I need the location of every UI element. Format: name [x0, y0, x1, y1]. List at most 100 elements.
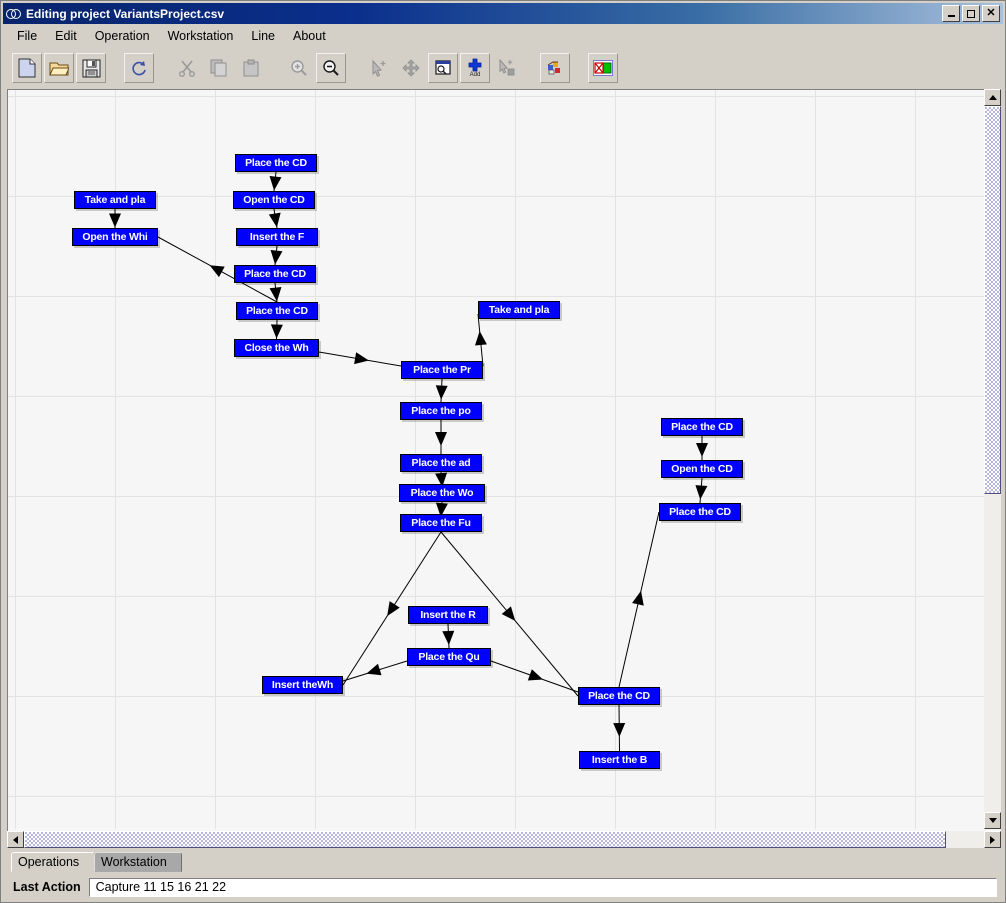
- graph-edge-arrow-icon: [613, 722, 626, 737]
- scroll-down-button[interactable]: [984, 812, 1001, 829]
- graph-node-label: Insert the B: [591, 753, 648, 766]
- graph-node[interactable]: Insert the F: [236, 228, 318, 246]
- graph-canvas-viewport[interactable]: Place the CD Take and pla Open the CD Open …: [7, 89, 1001, 845]
- graph-node-label: Insert theWh: [271, 678, 334, 691]
- graph-edge: [447, 623, 450, 649]
- graph-edge: [273, 171, 277, 192]
- horizontal-scroll-track[interactable]: [24, 831, 984, 848]
- copy-icon: [210, 59, 228, 77]
- graph-node[interactable]: Place the CD: [578, 687, 660, 705]
- add-button[interactable]: Add: [460, 53, 490, 83]
- graph-node[interactable]: Place the CD: [661, 418, 743, 436]
- graph-node[interactable]: Take and pla: [74, 191, 156, 209]
- vertical-scrollbar[interactable]: [984, 89, 1001, 829]
- scroll-right-button[interactable]: [984, 831, 1001, 848]
- save-button[interactable]: [76, 53, 106, 83]
- graph-canvas[interactable]: Place the CD Take and pla Open the CD Open …: [8, 90, 985, 829]
- menu-workstation[interactable]: Workstation: [160, 27, 242, 45]
- graph-node[interactable]: Open the CD: [233, 191, 315, 209]
- close-button[interactable]: ✕: [982, 5, 1000, 22]
- save-disk-icon: [82, 59, 101, 78]
- two-circles-icon: [6, 6, 22, 22]
- minimize-button[interactable]: [942, 5, 960, 22]
- menu-line[interactable]: Line: [243, 27, 283, 45]
- graph-node[interactable]: Place the Wo: [399, 484, 485, 502]
- vertical-scroll-thumb[interactable]: [984, 106, 1001, 494]
- horizontal-scrollbar[interactable]: [7, 831, 1001, 848]
- add-plus-icon: Add: [467, 58, 483, 78]
- select-add-button[interactable]: [364, 53, 394, 83]
- graph-node-label: Place the CD: [244, 267, 306, 280]
- graph-node[interactable]: Close the Wh: [234, 339, 319, 357]
- graph-node[interactable]: Place the CD: [235, 154, 317, 172]
- window-controls: ✕: [942, 5, 1000, 22]
- graph-edge-arrow-icon: [366, 663, 382, 676]
- cut-button[interactable]: [172, 53, 202, 83]
- last-action-field[interactable]: Capture 11 15 16 21 22: [88, 877, 997, 897]
- palette-button[interactable]: [540, 53, 570, 83]
- arrow-left-icon: [13, 835, 18, 844]
- graph-node[interactable]: Insert theWh: [262, 676, 343, 694]
- tab-operations[interactable]: Operations: [11, 852, 95, 872]
- menu-file[interactable]: File: [9, 27, 45, 45]
- move-button[interactable]: [396, 53, 426, 83]
- graph-edge-arrow-icon: [435, 432, 447, 446]
- graph-edge: [342, 660, 408, 682]
- graph-edge-arrow-icon: [209, 265, 225, 278]
- menu-edit[interactable]: Edit: [47, 27, 85, 45]
- graph-node-label: Open the CD: [243, 193, 305, 206]
- graph-edge: [440, 378, 443, 403]
- zoom-out-button[interactable]: [316, 53, 346, 83]
- graph-edge-arrow-icon: [527, 669, 543, 681]
- last-action-label: Last Action: [13, 880, 81, 894]
- graph-node[interactable]: Place the CD: [234, 265, 316, 283]
- new-file-button[interactable]: [12, 53, 42, 83]
- paste-icon: [243, 59, 259, 77]
- graph-node-label: Place the CD: [245, 156, 307, 169]
- graph-node[interactable]: Insert the B: [579, 751, 660, 769]
- graph-node[interactable]: Place the Fu: [400, 514, 482, 532]
- tab-workstation[interactable]: Workstation: [94, 852, 182, 872]
- graph-edge-arrow-icon: [475, 331, 487, 346]
- open-folder-icon: [49, 59, 69, 77]
- select-node-button[interactable]: [492, 53, 522, 83]
- tab-workstation-label: Workstation: [101, 855, 167, 869]
- grid-toggle-button[interactable]: [588, 53, 618, 83]
- graph-node[interactable]: Place the ad: [400, 454, 482, 472]
- graph-edge: [440, 471, 443, 485]
- graph-node[interactable]: Open the Whi: [72, 228, 158, 246]
- graph-node-label: Place the Qu: [418, 650, 480, 663]
- vertical-scroll-track[interactable]: [984, 106, 1001, 812]
- graph-node-label: Place the CD: [246, 304, 308, 317]
- graph-node[interactable]: Place the CD: [659, 503, 741, 521]
- properties-button[interactable]: [428, 53, 458, 83]
- refresh-button[interactable]: [124, 53, 154, 83]
- graph-node[interactable]: Open the CD: [661, 460, 743, 478]
- zoom-in-button[interactable]: [284, 53, 314, 83]
- menu-about[interactable]: About: [285, 27, 334, 45]
- scroll-left-button[interactable]: [7, 831, 24, 848]
- graph-node-label: Place the CD: [669, 505, 731, 518]
- scroll-up-button[interactable]: [984, 89, 1001, 106]
- graph-edge-arrow-icon: [270, 249, 283, 265]
- maximize-button[interactable]: [962, 5, 980, 22]
- graph-edge-arrow-icon: [268, 212, 281, 228]
- tab-operations-label: Operations: [18, 855, 80, 869]
- copy-button[interactable]: [204, 53, 234, 83]
- menu-operation[interactable]: Operation: [87, 27, 158, 45]
- open-file-button[interactable]: [44, 53, 74, 83]
- paste-button[interactable]: [236, 53, 266, 83]
- graph-node[interactable]: Take and pla: [478, 301, 560, 319]
- graph-node[interactable]: Place the Pr: [401, 361, 483, 379]
- graph-node-label: Open the Whi: [82, 230, 148, 243]
- graph-node[interactable]: Place the po: [400, 402, 482, 420]
- palette-icon: [546, 59, 564, 77]
- graph-node[interactable]: Insert the R: [408, 606, 488, 624]
- title-bar: Editing project VariantsProject.csv ✕: [3, 3, 1003, 24]
- graph-node[interactable]: Place the CD: [236, 302, 318, 320]
- graph-edge: [699, 477, 703, 504]
- graph-edge-arrow-icon: [269, 286, 282, 302]
- graph-node[interactable]: Place the Qu: [407, 648, 491, 666]
- horizontal-scroll-thumb[interactable]: [24, 831, 946, 848]
- graph-edge: [490, 660, 579, 693]
